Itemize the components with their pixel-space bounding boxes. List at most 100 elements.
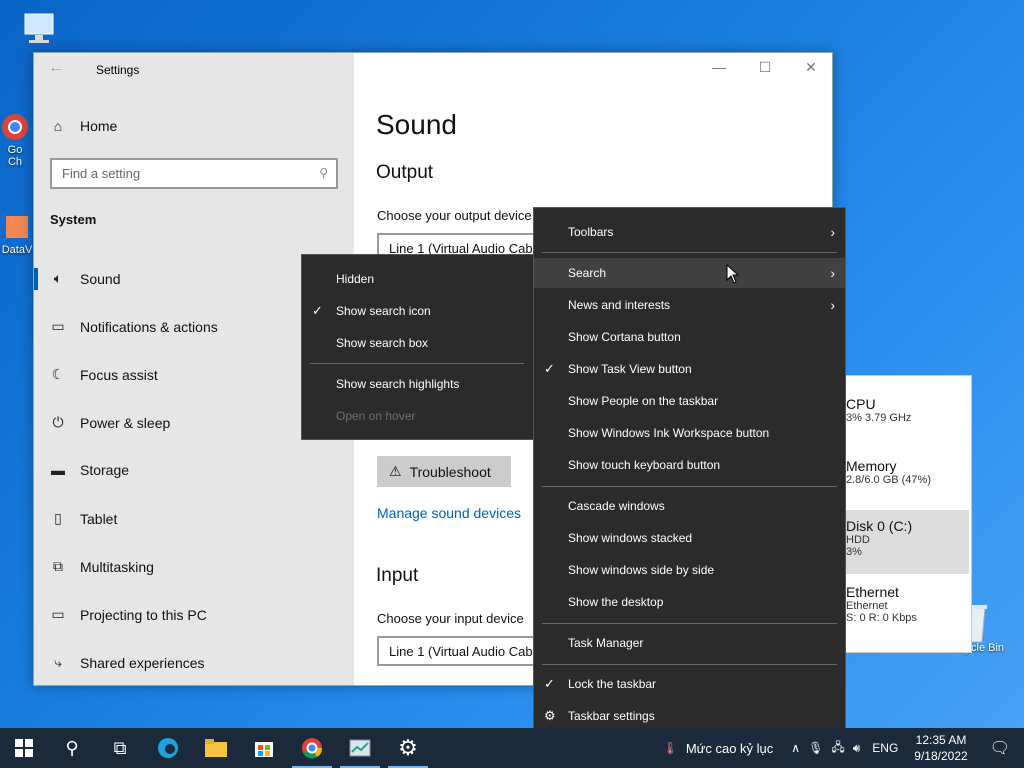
speaker-icon: 🔈︎: [53, 270, 63, 286]
search-button[interactable]: ⚲: [48, 728, 96, 768]
edge-icon: [158, 738, 178, 758]
active-indicator: [34, 268, 38, 290]
menu-item-label: Show the desktop: [568, 595, 664, 609]
maximize-icon[interactable]: ☐: [750, 59, 780, 76]
sidebar-item-shared[interactable]: ⤷ Shared experiences: [50, 654, 205, 671]
troubleshoot-button[interactable]: ⚠ Troubleshoot: [377, 456, 511, 487]
menu-item-label: Hidden: [336, 272, 375, 286]
tm-cpu[interactable]: CPU 3% 3.79 GHz: [846, 396, 969, 424]
microphone-icon[interactable]: 🎙︎: [804, 741, 827, 755]
search-placeholder: Find a setting: [62, 166, 141, 181]
multitasking-icon: ⧉: [53, 558, 63, 574]
clock-time: 12:35 AM: [915, 733, 967, 747]
menu-item-label: Open on hover: [336, 409, 416, 423]
home-link[interactable]: ⌂ Home: [50, 118, 118, 134]
tm-title: Disk 0 (C:): [846, 518, 913, 534]
volume-icon[interactable]: 🔊︎: [849, 741, 865, 756]
menu-item-search[interactable]: Search ›: [534, 258, 845, 288]
network-icon[interactable]: 🖧: [827, 738, 848, 759]
sidebar-item-label: Projecting to this PC: [80, 606, 207, 623]
menu-separator: [542, 623, 837, 624]
menu-separator: [542, 664, 837, 665]
computer-icon: [19, 10, 59, 50]
notification-center-icon[interactable]: 🗨︎: [976, 738, 1024, 758]
tm-sub: 3% 3.79 GHz: [846, 412, 912, 424]
task-view-button[interactable]: ⧉: [96, 728, 144, 768]
menu-item-show-task-view[interactable]: ✓ Show Task View button: [534, 354, 845, 384]
task-manager-button[interactable]: [336, 728, 384, 768]
menu-item-lock-taskbar[interactable]: ✓ Lock the taskbar: [534, 669, 845, 699]
weather-text[interactable]: Mức cao kỷ lục: [682, 741, 787, 756]
moon-icon: ☾: [51, 366, 65, 382]
tm-disk[interactable]: Disk 0 (C:) HDD 3%: [846, 510, 969, 574]
search-icon: ⚲: [319, 166, 328, 180]
menu-item-task-manager[interactable]: Task Manager: [534, 628, 845, 658]
back-arrow-icon[interactable]: ←: [48, 59, 64, 77]
sidebar-item-label: Multitasking: [80, 558, 154, 575]
menu-item-show-search-icon[interactable]: ✓ Show search icon: [302, 296, 534, 326]
menu-item-show-people[interactable]: Show People on the taskbar: [534, 386, 845, 416]
menu-item-show-cortana[interactable]: Show Cortana button: [534, 322, 845, 352]
menu-item-label: Show search icon: [336, 304, 431, 318]
minimize-icon[interactable]: —: [704, 59, 734, 75]
sidebar-item-focus-assist[interactable]: ☾ Focus assist: [50, 366, 158, 383]
menu-item-label: Cascade windows: [568, 499, 665, 513]
home-icon: ⌂: [53, 118, 63, 134]
sidebar-item-multitasking[interactable]: ⧉ Multitasking: [50, 558, 154, 575]
weather-icon[interactable]: 🌡︎: [659, 741, 682, 755]
file-explorer-button[interactable]: [192, 728, 240, 768]
mouse-cursor-icon: [726, 263, 740, 289]
input-heading: Input: [376, 565, 419, 586]
edge-button[interactable]: [144, 728, 192, 768]
sidebar-item-storage[interactable]: ▬ Storage: [50, 462, 129, 478]
menu-separator: [310, 363, 524, 364]
menu-item-cascade-windows[interactable]: Cascade windows: [534, 491, 845, 521]
menu-item-hidden[interactable]: Hidden: [302, 264, 534, 294]
chrome-button[interactable]: [288, 728, 336, 768]
checkmark-icon: ✓: [312, 303, 323, 318]
sidebar-item-sound[interactable]: 🔈︎ Sound: [50, 270, 121, 287]
share-icon: ⤷: [54, 654, 62, 670]
sidebar-item-projecting[interactable]: ▭ Projecting to this PC: [50, 606, 207, 623]
menu-item-toolbars[interactable]: Toolbars ›: [534, 217, 845, 247]
sidebar-item-label: Power & sleep: [80, 414, 171, 431]
tm-ethernet[interactable]: Ethernet Ethernet S: 0 R: 0 Kbps: [846, 584, 969, 624]
sidebar-item-label: Focus assist: [80, 366, 158, 383]
menu-item-news-interests[interactable]: News and interests ›: [534, 290, 845, 320]
menu-item-show-ink-workspace[interactable]: Show Windows Ink Workspace button: [534, 418, 845, 448]
settings-button[interactable]: ⚙: [384, 728, 432, 768]
windows-logo-icon: [15, 739, 33, 757]
close-icon[interactable]: ✕: [796, 59, 826, 76]
menu-item-windows-stacked[interactable]: Show windows stacked: [534, 523, 845, 553]
menu-item-side-by-side[interactable]: Show windows side by side: [534, 555, 845, 585]
chevron-up-icon[interactable]: ∧: [787, 741, 804, 755]
menu-item-taskbar-settings[interactable]: ⚙ Taskbar settings: [534, 701, 845, 731]
tm-sub: Ethernet: [846, 600, 888, 612]
notification-icon: ▭: [51, 318, 65, 334]
sidebar-item-tablet[interactable]: ▯ Tablet: [50, 510, 117, 527]
chrome-icon: [0, 112, 30, 142]
sidebar-item-label: Shared experiences: [80, 654, 205, 671]
input-label: Choose your input device: [377, 611, 524, 626]
clock[interactable]: 12:35 AM 9/18/2022: [906, 732, 975, 764]
menu-item-show-touch-keyboard[interactable]: Show touch keyboard button: [534, 450, 845, 480]
menu-item-label: Toolbars: [568, 225, 614, 239]
manage-sound-devices-link[interactable]: Manage sound devices: [377, 505, 521, 521]
tm-memory[interactable]: Memory 2.8/6.0 GB (47%): [846, 458, 969, 486]
tm-title: Memory: [846, 458, 897, 474]
store-button[interactable]: [240, 728, 288, 768]
menu-separator: [542, 486, 837, 487]
language-indicator[interactable]: ENG: [864, 741, 906, 755]
menu-item-show-search-box[interactable]: Show search box: [302, 328, 534, 358]
find-setting-input[interactable]: Find a setting ⚲: [50, 158, 338, 189]
sidebar-item-notifications[interactable]: ▭ Notifications & actions: [50, 318, 217, 335]
menu-item-show-desktop[interactable]: Show the desktop: [534, 587, 845, 617]
sidebar-item-power[interactable]: ⏻ Power & sleep: [50, 414, 170, 431]
tm-sub: 2.8/6.0 GB (47%): [846, 474, 931, 486]
tablet-icon: ▯: [54, 510, 62, 526]
window-title: Settings: [96, 63, 140, 77]
start-button[interactable]: [0, 728, 48, 768]
menu-item-show-search-highlights[interactable]: Show search highlights: [302, 369, 534, 399]
search-icon: ⚲: [65, 737, 79, 758]
chevron-right-icon: ›: [830, 265, 835, 281]
